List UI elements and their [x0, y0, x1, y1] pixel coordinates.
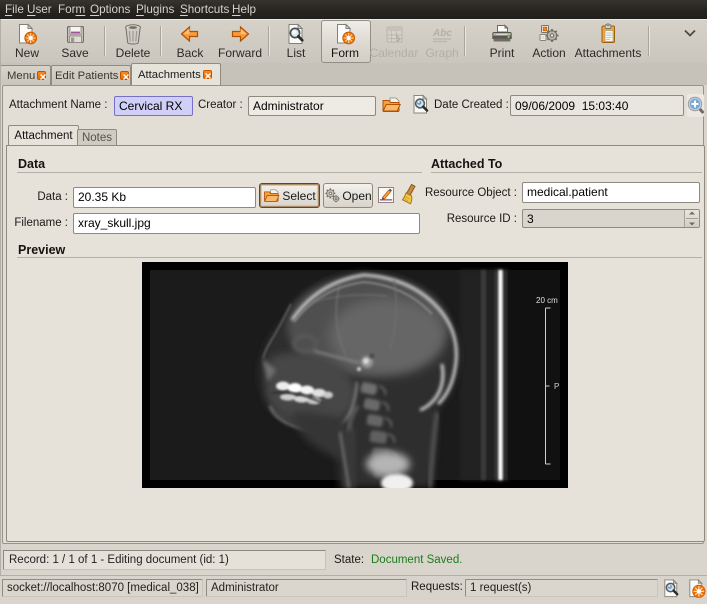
svg-text:20 cm: 20 cm — [536, 296, 558, 305]
svg-text:P: P — [554, 382, 559, 391]
svg-text:Abc: Abc — [432, 28, 452, 39]
